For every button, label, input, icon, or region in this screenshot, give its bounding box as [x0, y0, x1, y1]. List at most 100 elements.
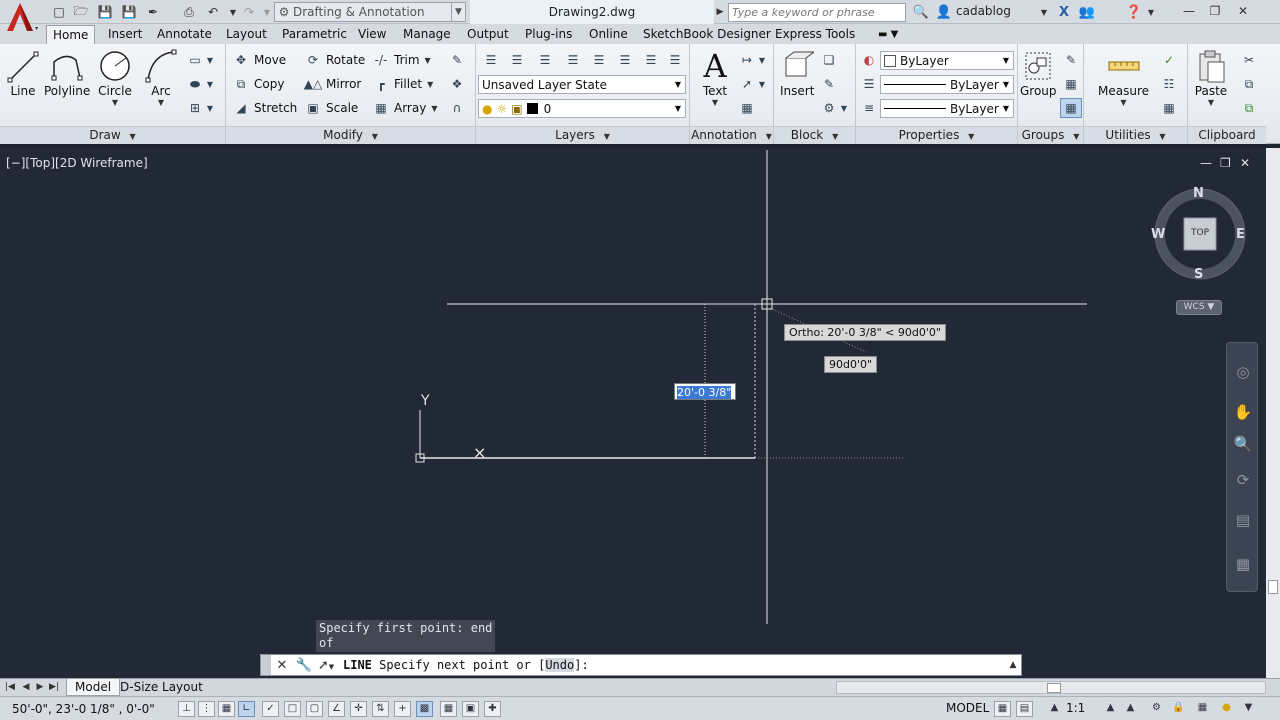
measure-button[interactable]: Measure ▼ [1098, 48, 1149, 107]
tab-parametric[interactable]: Parametric [276, 25, 353, 44]
first-layout-icon[interactable]: |◀ [4, 681, 16, 694]
arc-button[interactable]: Arc ▼ [144, 48, 178, 107]
draw-panel-title[interactable]: Draw ▼ [0, 126, 225, 144]
command-close-icon[interactable]: ✕ [271, 658, 293, 673]
command-line[interactable]: ✕ 🔧 ➚▼ LINE Specify next point or [Undo]… [260, 654, 1022, 676]
mirror-button[interactable]: ▲△ Mirror [304, 74, 362, 94]
tab-d-size-layout[interactable]: D-Size Layout [112, 679, 211, 696]
dimension-icon[interactable]: ↦ [736, 50, 758, 70]
block-attribute-dropdown-icon[interactable]: ▼ [838, 98, 850, 118]
polar-tracking-icon[interactable]: ✓ [262, 701, 279, 717]
group-edit-icon[interactable]: ▦ [1060, 74, 1082, 94]
redo-icon[interactable]: ↷ [240, 4, 258, 20]
save-as-icon[interactable]: 💾 [120, 4, 138, 20]
properties-panel-title[interactable]: Properties ▼ [856, 126, 1017, 144]
modify-panel-title[interactable]: Modify ▼ [226, 126, 475, 144]
erase-icon[interactable]: ✎ [446, 50, 468, 70]
status-menu-icon[interactable]: ▼ [1240, 701, 1257, 717]
help-icon[interactable]: ❓ [1124, 3, 1144, 21]
utilities-panel-title[interactable]: Utilities ▼ [1084, 126, 1187, 144]
expand-arrow-icon[interactable]: ▶ [714, 3, 726, 21]
array-button[interactable]: ▦ Array ▼ [372, 98, 437, 118]
tab-sketchbook-designer[interactable]: SketchBook Designer [637, 25, 777, 44]
show-lineweight-icon[interactable]: + [394, 701, 411, 717]
group-button[interactable]: Group [1020, 48, 1057, 98]
command-recent-icon[interactable]: ➚▼ [315, 658, 337, 673]
search-input[interactable]: Type a keyword or phrase [728, 3, 906, 22]
last-layout-icon[interactable]: ▶| [48, 681, 60, 694]
showmotion-icon[interactable]: ▤ [1232, 509, 1254, 531]
layer-isolate-icon[interactable]: ☰ [562, 50, 584, 70]
lineweight-icon[interactable]: ☰ [858, 74, 880, 94]
snap-mode-icon[interactable]: ⋮ [198, 701, 215, 717]
ortho-mode-icon[interactable]: ∟ [238, 701, 255, 717]
undo-option[interactable]: Undo [545, 658, 575, 672]
stay-connected-icon[interactable]: 👥 [1076, 3, 1098, 21]
help-dropdown-icon[interactable]: ▼ [1146, 3, 1156, 21]
layer-lock-icon[interactable]: ☰ [664, 50, 686, 70]
copy-with-base-icon[interactable]: ⧉ [1238, 98, 1260, 118]
hatch-icon[interactable]: ⬬ [184, 74, 206, 94]
linetype-icon[interactable]: ≡ [858, 98, 880, 118]
id-point-icon[interactable]: ▦ [1158, 98, 1180, 118]
hardware-acceleration-icon[interactable]: ▦ [1194, 701, 1211, 717]
tab-online[interactable]: Online [583, 25, 634, 44]
quick-view-drawings-icon[interactable]: ▤ [1016, 701, 1033, 717]
trim-dropdown-icon[interactable]: ▼ [425, 56, 431, 65]
command-customize-icon[interactable]: 🔧 [293, 658, 315, 673]
close-icon[interactable]: ✕ [1230, 2, 1256, 20]
3d-object-snap-icon[interactable]: ▢ [306, 701, 323, 717]
compass-east[interactable]: E [1236, 227, 1245, 242]
annotation-scale-icon[interactable]: ▲ [1046, 701, 1063, 717]
coordinates-readout[interactable]: 50'-0", 23'-0 1/8" , 0'-0" [12, 702, 155, 716]
command-history-toggle-icon[interactable]: ▲ [1005, 660, 1021, 670]
zoom-icon[interactable]: 🔍 [1232, 433, 1254, 455]
lineweight-select[interactable]: ByLayer ▼ [880, 75, 1014, 94]
vertical-scroll-thumb[interactable] [1268, 580, 1278, 594]
trim-button[interactable]: -/- Trim ▼ [372, 50, 431, 70]
rectangle-dropdown-icon[interactable]: ▼ [204, 50, 216, 70]
pan-icon[interactable]: ✋ [1232, 401, 1254, 423]
layers-panel-title[interactable]: Layers ▼ [476, 126, 689, 144]
text-dropdown-icon[interactable]: ▼ [712, 98, 718, 107]
user-icon[interactable]: 👤 [934, 3, 954, 21]
auto-scale-icon[interactable]: ▲ [1122, 701, 1139, 717]
compass-south[interactable]: S [1194, 267, 1203, 282]
quick-view-layouts-icon[interactable]: ▦ [994, 701, 1011, 717]
quick-select-icon[interactable]: ✓ [1158, 50, 1180, 70]
annotation-panel-title[interactable]: Annotation ▼ [690, 126, 773, 144]
drawing-canvas[interactable]: [−][Top][2D Wireframe] — ❐ ✕ Y × Ortho: … [0, 148, 1266, 678]
circle-button[interactable]: Circle ▼ [98, 48, 132, 107]
text-button[interactable]: A Text ▼ [698, 47, 732, 107]
layer-unisolate-icon[interactable]: ☰ [588, 50, 610, 70]
cut-icon[interactable]: ✂ [1238, 50, 1260, 70]
line-button[interactable]: Line [6, 48, 40, 98]
layer-match-icon[interactable]: ☰ [506, 50, 528, 70]
steering-wheel-icon[interactable]: ◎ [1232, 361, 1254, 383]
block-attribute-icon[interactable]: ⚙ [818, 98, 840, 118]
distance-input[interactable]: 20'-0 3/8" [674, 383, 736, 400]
autocad-logo-icon[interactable] [3, 1, 41, 35]
block-panel-title[interactable]: Block ▼ [774, 126, 855, 144]
annotation-scale[interactable]: 1:1 [1066, 701, 1085, 715]
annotation-monitor-icon[interactable]: ✚ [484, 701, 501, 717]
allow-dynamic-ucs-icon[interactable]: ✛ [350, 701, 367, 717]
object-snap-icon[interactable]: □ [284, 701, 301, 717]
grid-display-icon[interactable]: ▦ [218, 701, 235, 717]
hatch-dropdown-icon[interactable]: ▼ [204, 74, 216, 94]
paste-button[interactable]: Paste ▼ [1194, 48, 1228, 107]
rectangle-icon[interactable]: ▭ [184, 50, 206, 70]
tab-layout[interactable]: Layout [220, 25, 273, 44]
save-icon[interactable]: 💾 [96, 4, 114, 20]
selection-cycling-icon[interactable]: ▣ [462, 701, 479, 717]
workspace-switching-icon[interactable]: ⚙ [1148, 701, 1165, 717]
tab-output[interactable]: Output [461, 25, 515, 44]
polyline-button[interactable]: Polyline [44, 48, 90, 98]
command-line-grip[interactable] [261, 655, 271, 675]
insert-block-button[interactable]: Insert [780, 48, 814, 98]
open-file-icon[interactable]: 🗁 [72, 4, 90, 20]
explode-icon[interactable]: ❖ [446, 74, 468, 94]
copy-clip-icon[interactable]: ⧉ [1238, 74, 1260, 94]
infer-constraints-icon[interactable]: ⊥ [178, 701, 195, 717]
annotation-visibility-icon[interactable]: ▲ [1102, 701, 1119, 717]
